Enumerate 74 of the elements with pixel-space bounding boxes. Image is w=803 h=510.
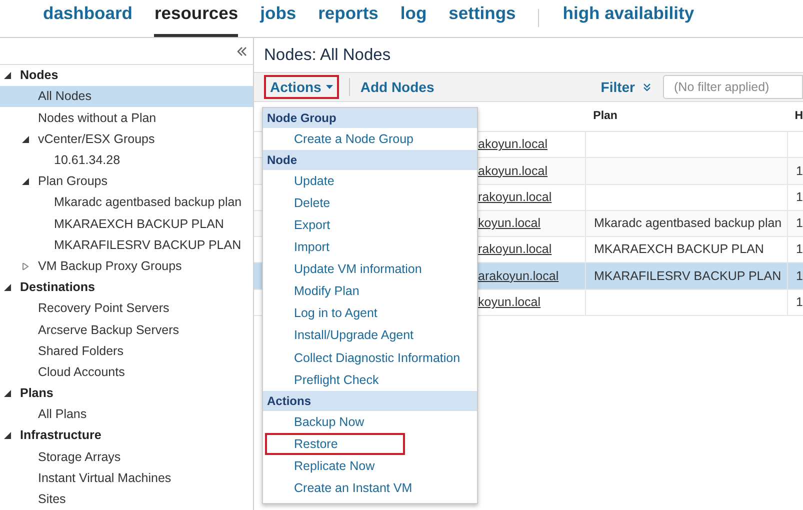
nav-tab[interactable]: high availability: [562, 0, 694, 37]
table-cell-text: Mkaradc agentbased backup plan: [594, 215, 782, 232]
tree-item[interactable]: 10.61.34.28: [54, 151, 120, 170]
nav-tab[interactable]: settings: [448, 0, 516, 37]
tree-item[interactable]: MKARAFILESRV BACKUP PLAN: [54, 236, 242, 255]
menu-item[interactable]: Export: [265, 214, 475, 236]
tree-item[interactable]: VM Backup Proxy Groups: [38, 256, 182, 276]
table-cell: 1: [796, 268, 803, 283]
caret-icon: [326, 85, 334, 89]
tree-item[interactable]: Instant Virtual Machines: [38, 468, 172, 488]
expanded-triangle-icon[interactable]: [22, 136, 29, 143]
tree-item[interactable]: Shared Folders: [38, 342, 124, 360]
tree-category[interactable]: Infrastructure: [20, 426, 102, 446]
nav-tab[interactable]: reports: [318, 0, 378, 37]
table-cell: 1: [796, 216, 803, 230]
table-cell-text: MKARAEXCH BACKUP PLAN: [594, 241, 764, 258]
tree-item[interactable]: Nodes without a Plan: [38, 108, 156, 128]
page-title: Nodes: All Nodes: [264, 44, 391, 66]
menu-section-header: Node: [263, 150, 477, 170]
menu-item[interactable]: Backup Now: [265, 411, 475, 434]
menu-item[interactable]: Collect Diagnostic Information: [265, 346, 475, 369]
tree-item[interactable]: All Nodes: [38, 87, 92, 106]
nav-tab[interactable]: dashboard: [43, 0, 132, 37]
column-header[interactable]: Plan: [585, 108, 787, 126]
nav-tab[interactable]: resources: [154, 0, 238, 37]
node-link[interactable]: arakoyun.local: [478, 266, 559, 286]
table-cell-text: MKARAFILESRV BACKUP PLAN: [594, 268, 782, 285]
filter-button[interactable]: Filter: [600, 76, 635, 98]
expanded-triangle-icon[interactable]: [22, 178, 29, 186]
expanded-triangle-icon[interactable]: [4, 72, 11, 80]
tree-item[interactable]: Sites: [38, 490, 66, 509]
menu-section-header: Actions: [263, 391, 477, 412]
node-link[interactable]: rakoyun.local: [478, 188, 552, 207]
node-link[interactable]: rakoyun.local: [478, 240, 552, 260]
expanded-triangle-icon[interactable]: [4, 432, 11, 440]
collapsed-triangle-icon[interactable]: [22, 262, 29, 270]
menu-section-header: Node Group: [263, 108, 477, 128]
tree-item[interactable]: MKARAEXCH BACKUP PLAN: [54, 214, 224, 234]
nav-tab[interactable]: log: [400, 0, 427, 37]
menu-item[interactable]: Install/Upgrade Agent: [265, 324, 475, 347]
menu-item[interactable]: Restore: [265, 433, 405, 456]
node-link[interactable]: koyun.local: [478, 214, 541, 233]
node-link[interactable]: akoyun.local: [478, 162, 548, 180]
tree-item[interactable]: All Plans: [38, 405, 87, 424]
chevron-down-icon[interactable]: [643, 83, 651, 91]
tree-category[interactable]: Destinations: [20, 278, 96, 297]
tree-item[interactable]: Arcserve Backup Servers: [38, 320, 180, 340]
tree-row-selected[interactable]: All Nodes: [0, 86, 253, 108]
menu-item[interactable]: Preflight Check: [265, 368, 475, 392]
node-link[interactable]: koyun.local: [478, 293, 541, 312]
tree-item[interactable]: Cloud Accounts: [38, 362, 125, 382]
table-cell: 1: [796, 242, 803, 256]
menu-item[interactable]: Replicate Now: [265, 455, 475, 478]
tree-item[interactable]: vCenter/ESX Groups: [38, 130, 155, 149]
tree-category[interactable]: Nodes: [20, 66, 58, 86]
add-nodes-button[interactable]: Add Nodes: [360, 76, 434, 98]
menu-item[interactable]: Import: [265, 236, 475, 258]
node-link[interactable]: akoyun.local: [478, 135, 548, 154]
actions-button[interactable]: Actions: [264, 75, 340, 99]
column-header[interactable]: H: [786, 108, 803, 126]
expanded-triangle-icon[interactable]: [4, 284, 11, 292]
tree-category[interactable]: Plans: [20, 384, 54, 403]
tree-item[interactable]: Plan Groups: [38, 172, 108, 191]
expanded-triangle-icon[interactable]: [4, 390, 11, 397]
nav-tab[interactable]: jobs: [260, 0, 296, 37]
collapse-icon[interactable]: [237, 46, 247, 56]
tree-item[interactable]: Mkaradc agentbased backup plan: [54, 193, 242, 212]
tree-item[interactable]: Recovery Point Servers: [38, 299, 170, 318]
table-cell: 1: [796, 190, 803, 204]
filter-field[interactable]: (No filter applied): [663, 75, 803, 99]
menu-item[interactable]: Create an Instant VM: [265, 477, 475, 500]
table-cell: 1: [796, 295, 803, 310]
tree-item[interactable]: Storage Arrays: [38, 448, 121, 466]
table-cell: 1: [796, 164, 803, 178]
